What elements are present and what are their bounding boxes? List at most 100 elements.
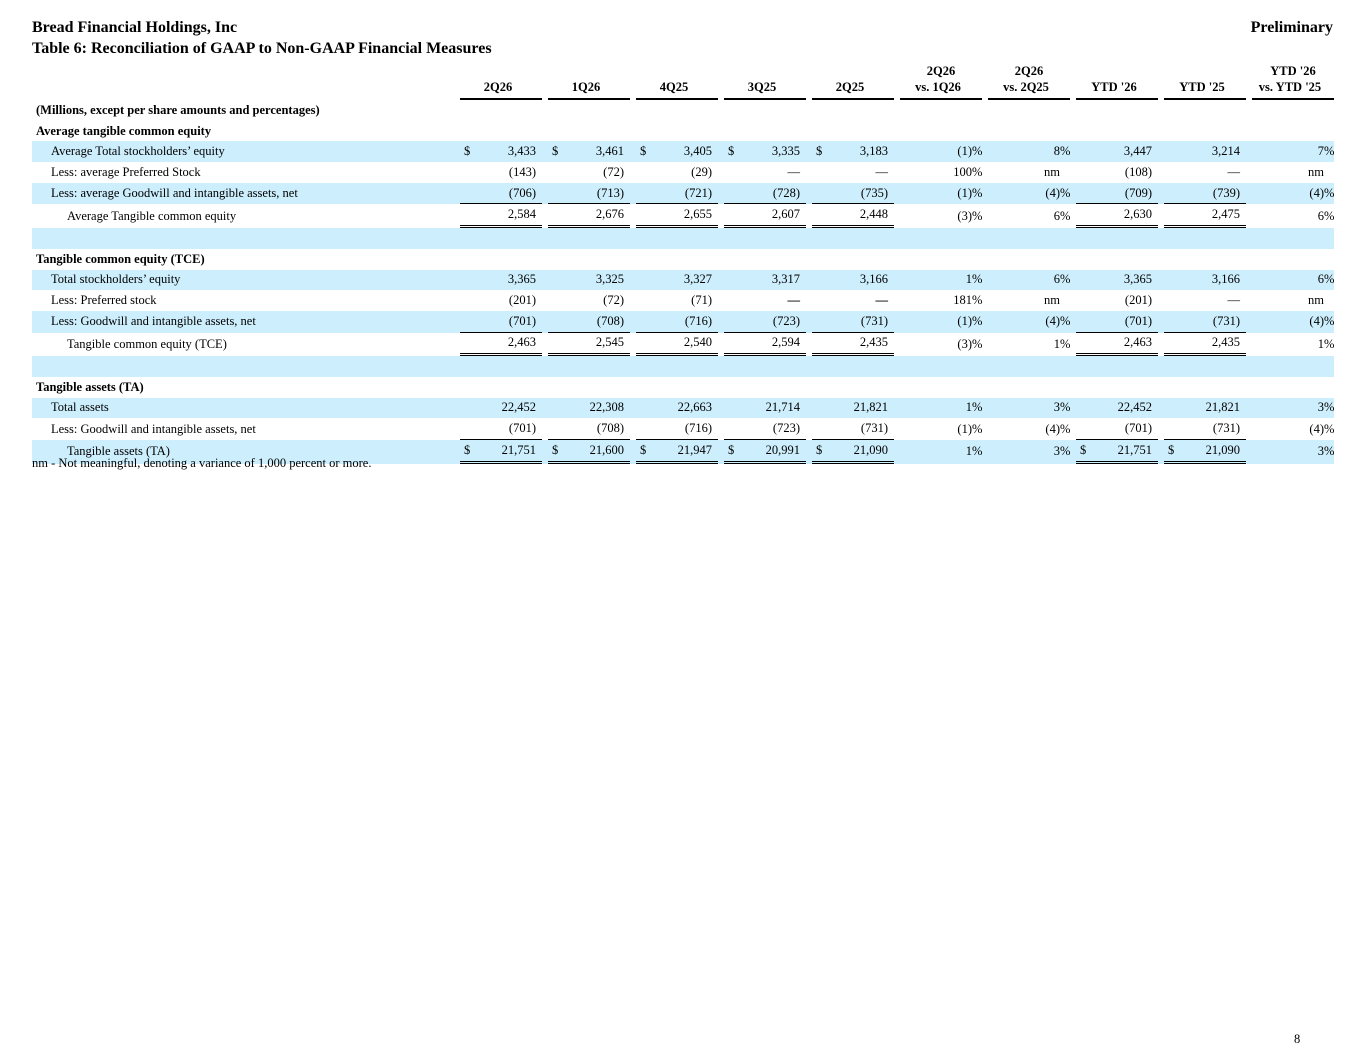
cell-ytd25: 3,214 xyxy=(1164,141,1246,163)
cell-ytd26: 2,630 xyxy=(1076,204,1158,229)
currency-symbol: $ xyxy=(640,442,647,457)
cell-4q25: 2,655 xyxy=(636,204,718,229)
cell-1q26: (72) xyxy=(603,293,624,308)
cell-1q26: (72) xyxy=(603,164,624,179)
cell-4q25: (721) xyxy=(636,182,718,205)
cell-2q25: 2,448 xyxy=(812,204,894,229)
header-row-top: 2Q26 2Q26 YTD '26 xyxy=(32,64,1334,80)
cell-2q25: (735) xyxy=(812,182,894,205)
cell-4q25: 3,327 xyxy=(636,269,718,291)
reconciliation-table: 2Q26 2Q26 YTD '26 2Q26 1Q26 4Q25 3Q25 2Q… xyxy=(32,64,1334,464)
table-row: Average Tangible common equity 2,584 2,6… xyxy=(32,204,1335,229)
cell-4q25: $3,405 xyxy=(636,141,718,163)
cell-v3: 1% xyxy=(1317,336,1335,351)
row-label: Average Tangible common equity xyxy=(67,208,237,223)
section-title: Tangible common equity (TCE) xyxy=(36,251,205,266)
cell-ytd26: 2,463 xyxy=(1076,333,1158,357)
col-header-2q25: 2Q25 xyxy=(812,80,894,100)
cell-2q25: — xyxy=(875,293,889,308)
cell-v2: 6% xyxy=(1053,208,1071,223)
cell-v1: (1)% xyxy=(900,141,982,163)
col-header-v1-top: 2Q26 xyxy=(926,64,956,78)
row-label: Total assets xyxy=(32,397,460,419)
cell-ytd25: 3,166 xyxy=(1164,269,1246,291)
cell-3q25: $20,991 xyxy=(724,440,806,464)
cell-1q26: 2,545 xyxy=(548,333,630,357)
col-header-v3: vs. YTD '25 xyxy=(1252,80,1334,100)
cell-1q26: 2,676 xyxy=(548,204,630,229)
col-header-1q26: 1Q26 xyxy=(548,80,630,100)
cell-ytd26: 22,452 xyxy=(1076,397,1158,419)
spacer-row xyxy=(32,228,1334,249)
cell-v2: 3% xyxy=(988,397,1070,419)
cell-ytd25: (739) xyxy=(1164,182,1246,205)
cell-3q25: $3,335 xyxy=(724,141,806,163)
cell-4q25: (71) xyxy=(691,293,712,308)
col-header-ytd25: YTD '25 xyxy=(1164,80,1246,100)
table-row: Less: average Preferred Stock (143) (72)… xyxy=(32,162,1334,183)
cell-3q25: (723) xyxy=(724,310,806,333)
cell-v3: (4)% xyxy=(1252,310,1334,333)
cell-v3: 3% xyxy=(1252,397,1334,419)
cell-3q25: 21,714 xyxy=(724,397,806,419)
footnote: nm - Not meaningful, denoting a variance… xyxy=(32,456,372,470)
cell-ytd26: 3,365 xyxy=(1076,269,1158,291)
section-title-row: Tangible assets (TA) xyxy=(32,377,1334,398)
company-name: Bread Financial Holdings, Inc xyxy=(32,19,238,36)
cell-v2: 3% xyxy=(988,440,1070,464)
cell-v1: (3)% xyxy=(957,208,983,223)
cell-ytd26: (701) xyxy=(1076,418,1158,440)
units-row: (Millions, except per share amounts and … xyxy=(32,100,1334,121)
cell-v1: (3)% xyxy=(957,336,983,351)
cell-v3: nm xyxy=(1308,164,1324,179)
cell-ytd25: $21,090 xyxy=(1164,440,1246,464)
currency-symbol: $ xyxy=(464,442,471,457)
cell-3q25: — xyxy=(787,164,801,179)
cell-1q26: (708) xyxy=(548,418,630,440)
table-row: Average Total stockholders’ equity $3,43… xyxy=(32,141,1334,163)
cell-ytd25: 21,821 xyxy=(1164,397,1246,419)
cell-4q25: 2,540 xyxy=(636,333,718,357)
cell-3q25: 2,594 xyxy=(724,333,806,357)
cell-v3: nm xyxy=(1308,293,1324,308)
cell-v3: 6% xyxy=(1317,208,1335,223)
col-header-v2: vs. 2Q25 xyxy=(988,80,1070,100)
section-title: Average tangible common equity xyxy=(36,123,212,138)
cell-2q26: $21,751 xyxy=(460,440,542,464)
cell-3q25: 3,317 xyxy=(724,269,806,291)
cell-ytd25: (731) xyxy=(1164,310,1246,333)
cell-v3: (4)% xyxy=(1252,182,1334,205)
table-row: Less: average Goodwill and intangible as… xyxy=(32,182,1334,205)
cell-v1: 1% xyxy=(900,397,982,419)
row-label: Less: Goodwill and intangible assets, ne… xyxy=(51,421,256,436)
cell-4q25: $21,947 xyxy=(636,440,718,464)
cell-ytd26: (701) xyxy=(1076,310,1158,333)
cell-v1: (1)% xyxy=(957,421,983,436)
col-header-2q26: 2Q26 xyxy=(460,80,542,100)
cell-4q25: (29) xyxy=(691,164,712,179)
cell-v1: 1% xyxy=(900,440,982,464)
cell-3q25: 2,607 xyxy=(724,204,806,229)
currency-symbol: $ xyxy=(464,144,471,159)
cell-v2: 6% xyxy=(988,269,1070,291)
spacer-row xyxy=(32,356,1334,377)
cell-2q26: (701) xyxy=(460,418,542,440)
page-number: 8 xyxy=(1294,1032,1301,1046)
cell-ytd25: — xyxy=(1227,164,1241,179)
cell-2q25: $21,090 xyxy=(812,440,894,464)
cell-2q26: (143) xyxy=(508,164,536,179)
cell-2q26: 2,584 xyxy=(460,204,542,229)
cell-2q25: 21,821 xyxy=(812,397,894,419)
cell-v2: nm xyxy=(1044,293,1060,308)
cell-ytd25: (731) xyxy=(1164,418,1246,440)
cell-2q26: (201) xyxy=(508,293,536,308)
cell-v1: (1)% xyxy=(900,182,982,205)
row-label: Total stockholders’ equity xyxy=(32,269,460,291)
row-label: Less: Goodwill and intangible assets, ne… xyxy=(32,310,460,333)
row-label: Less: average Goodwill and intangible as… xyxy=(32,182,460,205)
cell-ytd26: 3,447 xyxy=(1076,141,1158,163)
table-row: Total assets 22,452 22,308 22,663 21,714… xyxy=(32,397,1334,419)
row-label: Tangible common equity (TCE) xyxy=(67,336,227,351)
cell-v2: 1% xyxy=(1053,336,1071,351)
section-title: Tangible assets (TA) xyxy=(36,379,144,394)
